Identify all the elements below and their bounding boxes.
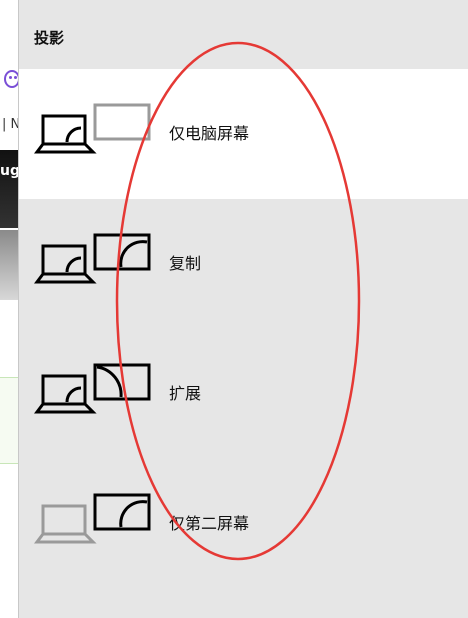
option-pc-screen-only[interactable]: 仅电脑屏幕 (19, 69, 468, 199)
screen: | N ugi 投影 仅电脑屏幕 (0, 0, 468, 618)
option-label: 仅电脑屏幕 (169, 124, 250, 143)
background-divider (0, 463, 18, 464)
option-extend[interactable]: 扩展 (19, 329, 468, 459)
option-duplicate[interactable]: 复制 (19, 199, 468, 329)
pc-screen-only-icon (34, 103, 151, 154)
option-label: 复制 (169, 254, 202, 273)
background-app: | N ugi (0, 0, 18, 618)
panel-title: 投影 (34, 29, 65, 47)
project-panel: 投影 仅电脑屏幕 复制 扩展 仅第二屏幕 (18, 0, 468, 618)
background-dark-banner (0, 150, 18, 228)
option-label: 仅第二屏幕 (169, 514, 250, 533)
background-content-box (0, 378, 18, 464)
background-tab-text: | N (2, 117, 18, 132)
app-logo-icon (4, 70, 18, 88)
duplicate-icon (34, 233, 151, 284)
background-banner-text: ugi (0, 163, 18, 179)
option-label: 扩展 (169, 384, 202, 403)
background-image-area (0, 230, 18, 300)
second-screen-only-icon (34, 493, 151, 544)
extend-icon (34, 363, 151, 414)
option-second-screen-only[interactable]: 仅第二屏幕 (19, 459, 468, 589)
